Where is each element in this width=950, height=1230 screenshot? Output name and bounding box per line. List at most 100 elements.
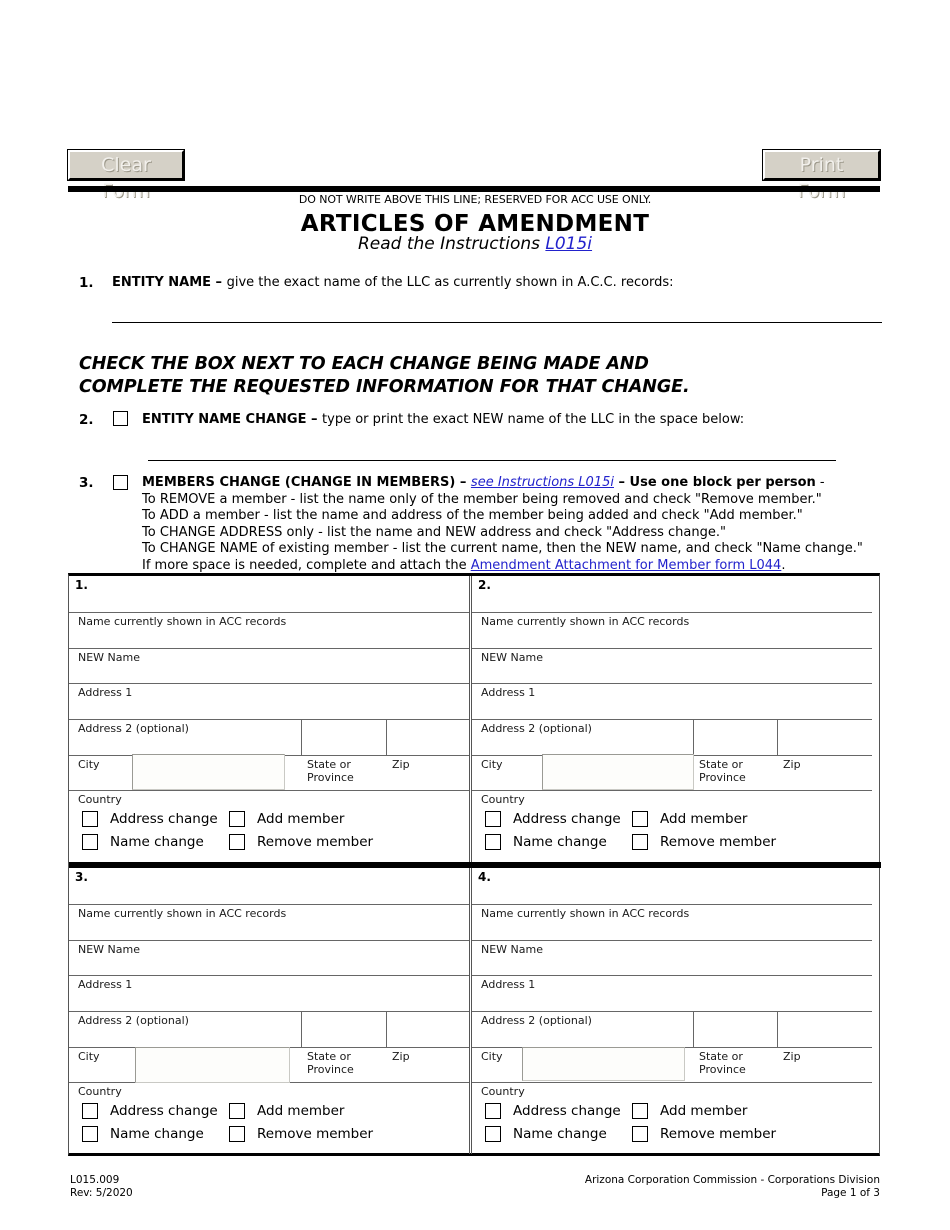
- address2-divider-2: [777, 720, 779, 756]
- address-change-checkbox[interactable]: [82, 1103, 98, 1119]
- new-name-cell[interactable]: NEW Name: [472, 941, 872, 976]
- name-current-cell[interactable]: Name currently shown in ACC records: [69, 905, 469, 941]
- name-change-label: Name change: [513, 834, 607, 850]
- members-change-checkbox[interactable]: [113, 475, 128, 490]
- column-divider: [469, 576, 471, 862]
- country-and-options-cell: Country Address change Add member Name c…: [472, 1083, 872, 1154]
- city-input[interactable]: [132, 754, 285, 790]
- city-state-zip-cell[interactable]: City State or Province Zip: [472, 1047, 872, 1083]
- address2-cell[interactable]: Address 2 (optional): [472, 720, 872, 756]
- block-number-cell: 3.: [69, 868, 469, 905]
- zip-label: Zip: [392, 758, 410, 771]
- city-input[interactable]: [542, 754, 694, 790]
- new-name-label: NEW Name: [78, 943, 141, 956]
- country-label: Country: [481, 1085, 525, 1098]
- remove-member-checkbox[interactable]: [632, 834, 648, 850]
- address-change-checkbox[interactable]: [82, 811, 98, 827]
- add-member-checkbox[interactable]: [632, 811, 648, 827]
- new-name-label: NEW Name: [78, 651, 141, 664]
- address2-cell[interactable]: Address 2 (optional): [472, 1012, 872, 1048]
- state-label-line2: Province: [699, 1063, 746, 1076]
- state-label: State or Province: [699, 1050, 746, 1076]
- item-3-line-add: To ADD a member - list the name and addr…: [142, 508, 803, 523]
- name-change-label: Name change: [513, 1126, 607, 1142]
- new-entity-name-line[interactable]: [148, 460, 836, 461]
- address2-divider-2: [386, 1012, 388, 1048]
- remove-member-checkbox[interactable]: [229, 834, 245, 850]
- address2-divider-2: [386, 720, 388, 756]
- address2-cell[interactable]: Address 2 (optional): [69, 720, 469, 756]
- name-change-label: Name change: [110, 834, 204, 850]
- state-label-line2: Province: [307, 771, 354, 784]
- address1-cell[interactable]: Address 1: [69, 976, 469, 1012]
- item-3-use-one-block: – Use one block per person: [613, 475, 816, 490]
- new-name-cell[interactable]: NEW Name: [472, 649, 872, 684]
- name-current-cell[interactable]: Name currently shown in ACC records: [69, 613, 469, 649]
- state-label-line1: State or: [699, 758, 743, 771]
- clear-form-button[interactable]: Clear Form: [67, 149, 185, 202]
- footer-right: Arizona Corporation Commission - Corpora…: [585, 1174, 880, 1200]
- name-change-checkbox[interactable]: [82, 1126, 98, 1142]
- address1-label: Address 1: [481, 978, 536, 991]
- item-3-attachment-suffix: .: [781, 557, 786, 573]
- block-number-cell: 1.: [69, 576, 469, 613]
- country-and-options-cell: Country Address change Add member Name c…: [472, 791, 872, 862]
- name-current-cell[interactable]: Name currently shown in ACC records: [472, 905, 872, 941]
- city-input[interactable]: [522, 1047, 685, 1081]
- address2-divider-1: [301, 720, 303, 756]
- amendment-attachment-link[interactable]: Amendment Attachment for Member form L04…: [471, 558, 782, 573]
- print-form-button[interactable]: Print Form: [762, 149, 881, 202]
- city-state-zip-cell[interactable]: City State or Province Zip: [69, 1047, 469, 1083]
- entity-name-change-checkbox[interactable]: [113, 411, 128, 426]
- name-current-cell[interactable]: Name currently shown in ACC records: [472, 613, 872, 649]
- address-change-checkbox[interactable]: [485, 1103, 501, 1119]
- page-number: Page 1 of 3: [821, 1187, 880, 1199]
- item-2-description: type or print the exact NEW name of the …: [322, 412, 745, 427]
- block-number: 1.: [75, 578, 88, 592]
- address1-cell[interactable]: Address 1: [472, 976, 872, 1012]
- zip-label: Zip: [783, 1050, 801, 1063]
- header-rule: [68, 186, 880, 192]
- city-state-zip-cell[interactable]: City State or Province Zip: [69, 754, 469, 791]
- name-current-label: Name currently shown in ACC records: [481, 907, 690, 920]
- new-name-cell[interactable]: NEW Name: [69, 941, 469, 976]
- remove-member-label: Remove member: [660, 834, 777, 850]
- address2-cell[interactable]: Address 2 (optional): [69, 1012, 469, 1048]
- address-change-label: Address change: [513, 1103, 621, 1119]
- country-label: Country: [481, 793, 525, 806]
- name-change-checkbox[interactable]: [82, 834, 98, 850]
- address-change-checkbox[interactable]: [485, 811, 501, 827]
- remove-member-checkbox[interactable]: [229, 1126, 245, 1142]
- remove-member-label: Remove member: [660, 1126, 777, 1142]
- new-name-label: NEW Name: [481, 943, 544, 956]
- agency-name: Arizona Corporation Commission - Corpora…: [584, 1174, 880, 1186]
- address2-label: Address 2 (optional): [481, 1014, 592, 1027]
- name-change-checkbox[interactable]: [485, 834, 501, 850]
- block-number: 4.: [478, 870, 491, 884]
- member-block-1: 1. Name currently shown in ACC records N…: [69, 576, 469, 862]
- city-state-zip-cell[interactable]: City State or Province Zip: [472, 754, 872, 791]
- item-2-text: ENTITY NAME CHANGE – type or print the e…: [142, 412, 882, 429]
- item-2-number: 2.: [79, 412, 94, 428]
- city-input[interactable]: [135, 1047, 290, 1083]
- remove-member-label: Remove member: [257, 834, 374, 850]
- address1-label: Address 1: [78, 978, 133, 991]
- entity-name-line[interactable]: [112, 322, 882, 323]
- member-block-4: 4. Name currently shown in ACC records N…: [471, 868, 872, 1154]
- add-member-checkbox[interactable]: [229, 1103, 245, 1119]
- city-label: City: [78, 1050, 100, 1063]
- address2-divider-1: [301, 1012, 303, 1048]
- name-change-checkbox[interactable]: [485, 1126, 501, 1142]
- state-label: State or Province: [307, 758, 354, 784]
- address-change-label: Address change: [110, 811, 218, 827]
- add-member-checkbox[interactable]: [229, 811, 245, 827]
- instructions-link[interactable]: L015i: [545, 234, 592, 254]
- new-name-cell[interactable]: NEW Name: [69, 649, 469, 684]
- see-instructions-link[interactable]: see Instructions L015i: [471, 475, 614, 490]
- address1-cell[interactable]: Address 1: [69, 684, 469, 720]
- address-change-label: Address change: [513, 811, 621, 827]
- remove-member-checkbox[interactable]: [632, 1126, 648, 1142]
- address1-cell[interactable]: Address 1: [472, 684, 872, 720]
- address2-label: Address 2 (optional): [78, 1014, 189, 1027]
- add-member-checkbox[interactable]: [632, 1103, 648, 1119]
